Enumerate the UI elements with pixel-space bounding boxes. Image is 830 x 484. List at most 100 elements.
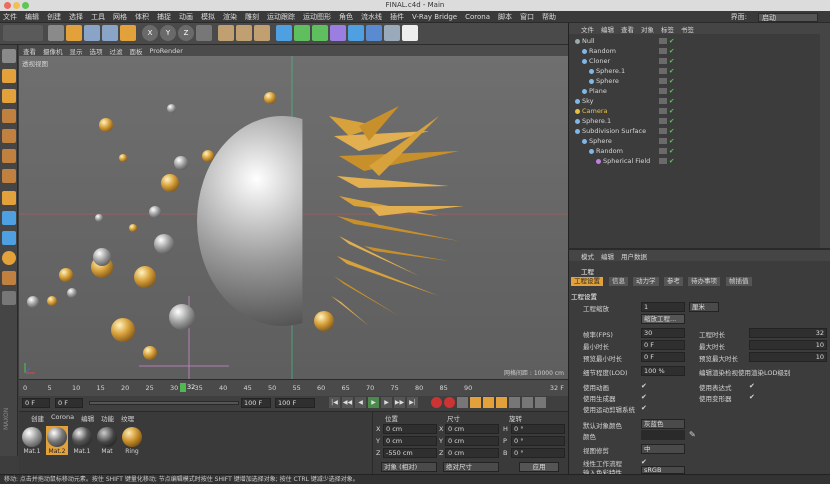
object-enabled-icon[interactable]: ✔: [669, 147, 674, 155]
object-enabled-icon[interactable]: ✔: [669, 117, 674, 125]
object-visibility-icon[interactable]: [659, 88, 667, 94]
lod-render-label[interactable]: 编辑渲染检视使用渲染LOD级别: [699, 367, 791, 377]
scale-project-button[interactable]: 缩放工程...: [641, 314, 685, 324]
menu-item[interactable]: 雕刻: [245, 12, 259, 22]
camera-icon[interactable]: [384, 25, 400, 41]
size-mode-select[interactable]: 绝对尺寸: [443, 462, 499, 472]
color-swatch[interactable]: [641, 430, 685, 440]
eyedropper-icon[interactable]: ✎: [689, 430, 696, 439]
lock-workplane-icon[interactable]: [2, 251, 16, 265]
coord-position-field[interactable]: 0 cm: [383, 436, 437, 446]
attribute-tab[interactable]: 待办事项: [688, 277, 720, 286]
attribute-menu-item[interactable]: 编辑: [601, 251, 614, 261]
layout-select[interactable]: 启动: [758, 12, 818, 22]
object-enabled-icon[interactable]: ✔: [669, 107, 674, 115]
y-axis-icon[interactable]: Y: [160, 25, 176, 41]
select-tool-icon[interactable]: [48, 25, 64, 41]
menu-item[interactable]: 体积: [135, 12, 149, 22]
linear-workflow-checkbox[interactable]: ✔: [641, 458, 647, 466]
object-row[interactable]: Sphere.1: [575, 116, 611, 126]
view-clip-select[interactable]: 中: [641, 444, 685, 454]
autokey-icon[interactable]: [444, 397, 455, 408]
material-menu-item[interactable]: 功能: [101, 413, 114, 423]
use-expressions-checkbox[interactable]: ✔: [749, 382, 755, 390]
render-picture-viewer-icon[interactable]: [236, 25, 252, 41]
object-menu-item[interactable]: 编辑: [601, 24, 614, 34]
polygons-mode-icon[interactable]: [2, 169, 16, 183]
object-visibility-icon[interactable]: [659, 48, 667, 54]
coord-rotation-field[interactable]: 0 °: [511, 436, 565, 446]
zoom-window-button[interactable]: [22, 2, 29, 9]
object-menu-item[interactable]: 文件: [581, 24, 594, 34]
max-frame-field[interactable]: 100 F: [275, 398, 315, 408]
lod-field[interactable]: 100 %: [641, 366, 685, 376]
rotation-key-icon[interactable]: [496, 397, 507, 408]
undo-redo-icon[interactable]: [3, 25, 43, 41]
object-row[interactable]: Null: [575, 36, 595, 46]
parameter-key-icon[interactable]: [509, 397, 520, 408]
object-row[interactable]: Sphere.1: [589, 66, 625, 76]
menu-item[interactable]: 捕捉: [157, 12, 171, 22]
preview-min-field[interactable]: 0 F: [641, 352, 685, 362]
menu-item[interactable]: V-Ray Bridge: [412, 13, 457, 21]
z-axis-icon[interactable]: Z: [178, 25, 194, 41]
workplane-mode-icon[interactable]: [2, 109, 16, 123]
menu-item[interactable]: 帮助: [542, 12, 556, 22]
end-frame-field[interactable]: 100 F: [241, 398, 271, 408]
project-time-field[interactable]: 32: [749, 328, 827, 338]
menu-item[interactable]: 网格: [113, 12, 127, 22]
object-row[interactable]: Sphere: [589, 76, 619, 86]
attribute-tab[interactable]: 动力学: [633, 277, 659, 286]
position-key-icon[interactable]: [470, 397, 481, 408]
object-visibility-icon[interactable]: [659, 138, 667, 144]
timeline[interactable]: 0 5 10 15 20 25 30 35 40 45 50 55 60 65 70 75 80 85 90 32 …: [19, 379, 568, 396]
menu-item[interactable]: 创建: [47, 12, 61, 22]
object-menu-item[interactable]: 标签: [661, 24, 674, 34]
material-item[interactable]: Mat.1: [71, 426, 93, 455]
current-frame-field[interactable]: 0 F: [55, 398, 83, 408]
scale-unit-select[interactable]: 厘米: [689, 302, 719, 312]
point-level-key-icon[interactable]: [522, 397, 533, 408]
use-generators-checkbox[interactable]: ✔: [641, 393, 647, 401]
object-enabled-icon[interactable]: ✔: [669, 97, 674, 105]
menu-item[interactable]: 窗口: [520, 12, 534, 22]
object-enabled-icon[interactable]: ✔: [669, 47, 674, 55]
menu-item[interactable]: 动画: [179, 12, 193, 22]
scale-tool-icon[interactable]: [84, 25, 100, 41]
object-row[interactable]: Cloner: [582, 56, 610, 66]
object-visibility-icon[interactable]: [659, 118, 667, 124]
coord-rotation-field[interactable]: 0 °: [511, 448, 565, 458]
attribute-tab[interactable]: 信息: [609, 277, 628, 286]
attribute-tab[interactable]: 工程设置: [571, 277, 603, 286]
viewport-menu-item[interactable]: 选项: [90, 46, 103, 56]
frame-range-slider[interactable]: [89, 401, 239, 405]
tweak-mode-icon[interactable]: [2, 211, 16, 225]
menu-item[interactable]: 工具: [91, 12, 105, 22]
object-row[interactable]: Random: [582, 46, 616, 56]
object-row[interactable]: Sky: [575, 96, 594, 106]
minimize-window-button[interactable]: [13, 2, 20, 9]
object-enabled-icon[interactable]: ✔: [669, 77, 674, 85]
subdivision-icon[interactable]: [312, 25, 328, 41]
enable-axis-icon[interactable]: [2, 191, 16, 205]
apply-button[interactable]: 应用: [519, 462, 559, 472]
object-row[interactable]: Subdivision Surface: [575, 126, 646, 136]
move-tool-icon[interactable]: [66, 25, 82, 41]
use-animation-checkbox[interactable]: ✔: [641, 382, 647, 390]
object-row[interactable]: Random: [589, 146, 623, 156]
next-key-icon[interactable]: ▶▶: [394, 397, 405, 408]
edges-mode-icon[interactable]: [2, 149, 16, 163]
object-visibility-icon[interactable]: [659, 108, 667, 114]
viewport-menu-item[interactable]: 显示: [70, 46, 83, 56]
object-visibility-icon[interactable]: [659, 128, 667, 134]
object-visibility-icon[interactable]: [659, 68, 667, 74]
make-editable-icon[interactable]: [2, 49, 16, 63]
object-visibility-icon[interactable]: [659, 38, 667, 44]
play-icon[interactable]: ▶: [368, 397, 379, 408]
recent-tool-icon[interactable]: [120, 25, 136, 41]
snap-icon[interactable]: [2, 231, 16, 245]
keyframe-selection-icon[interactable]: [457, 397, 468, 408]
object-enabled-icon[interactable]: ✔: [669, 127, 674, 135]
record-icon[interactable]: [431, 397, 442, 408]
material-item[interactable]: Mat.1: [21, 426, 43, 455]
